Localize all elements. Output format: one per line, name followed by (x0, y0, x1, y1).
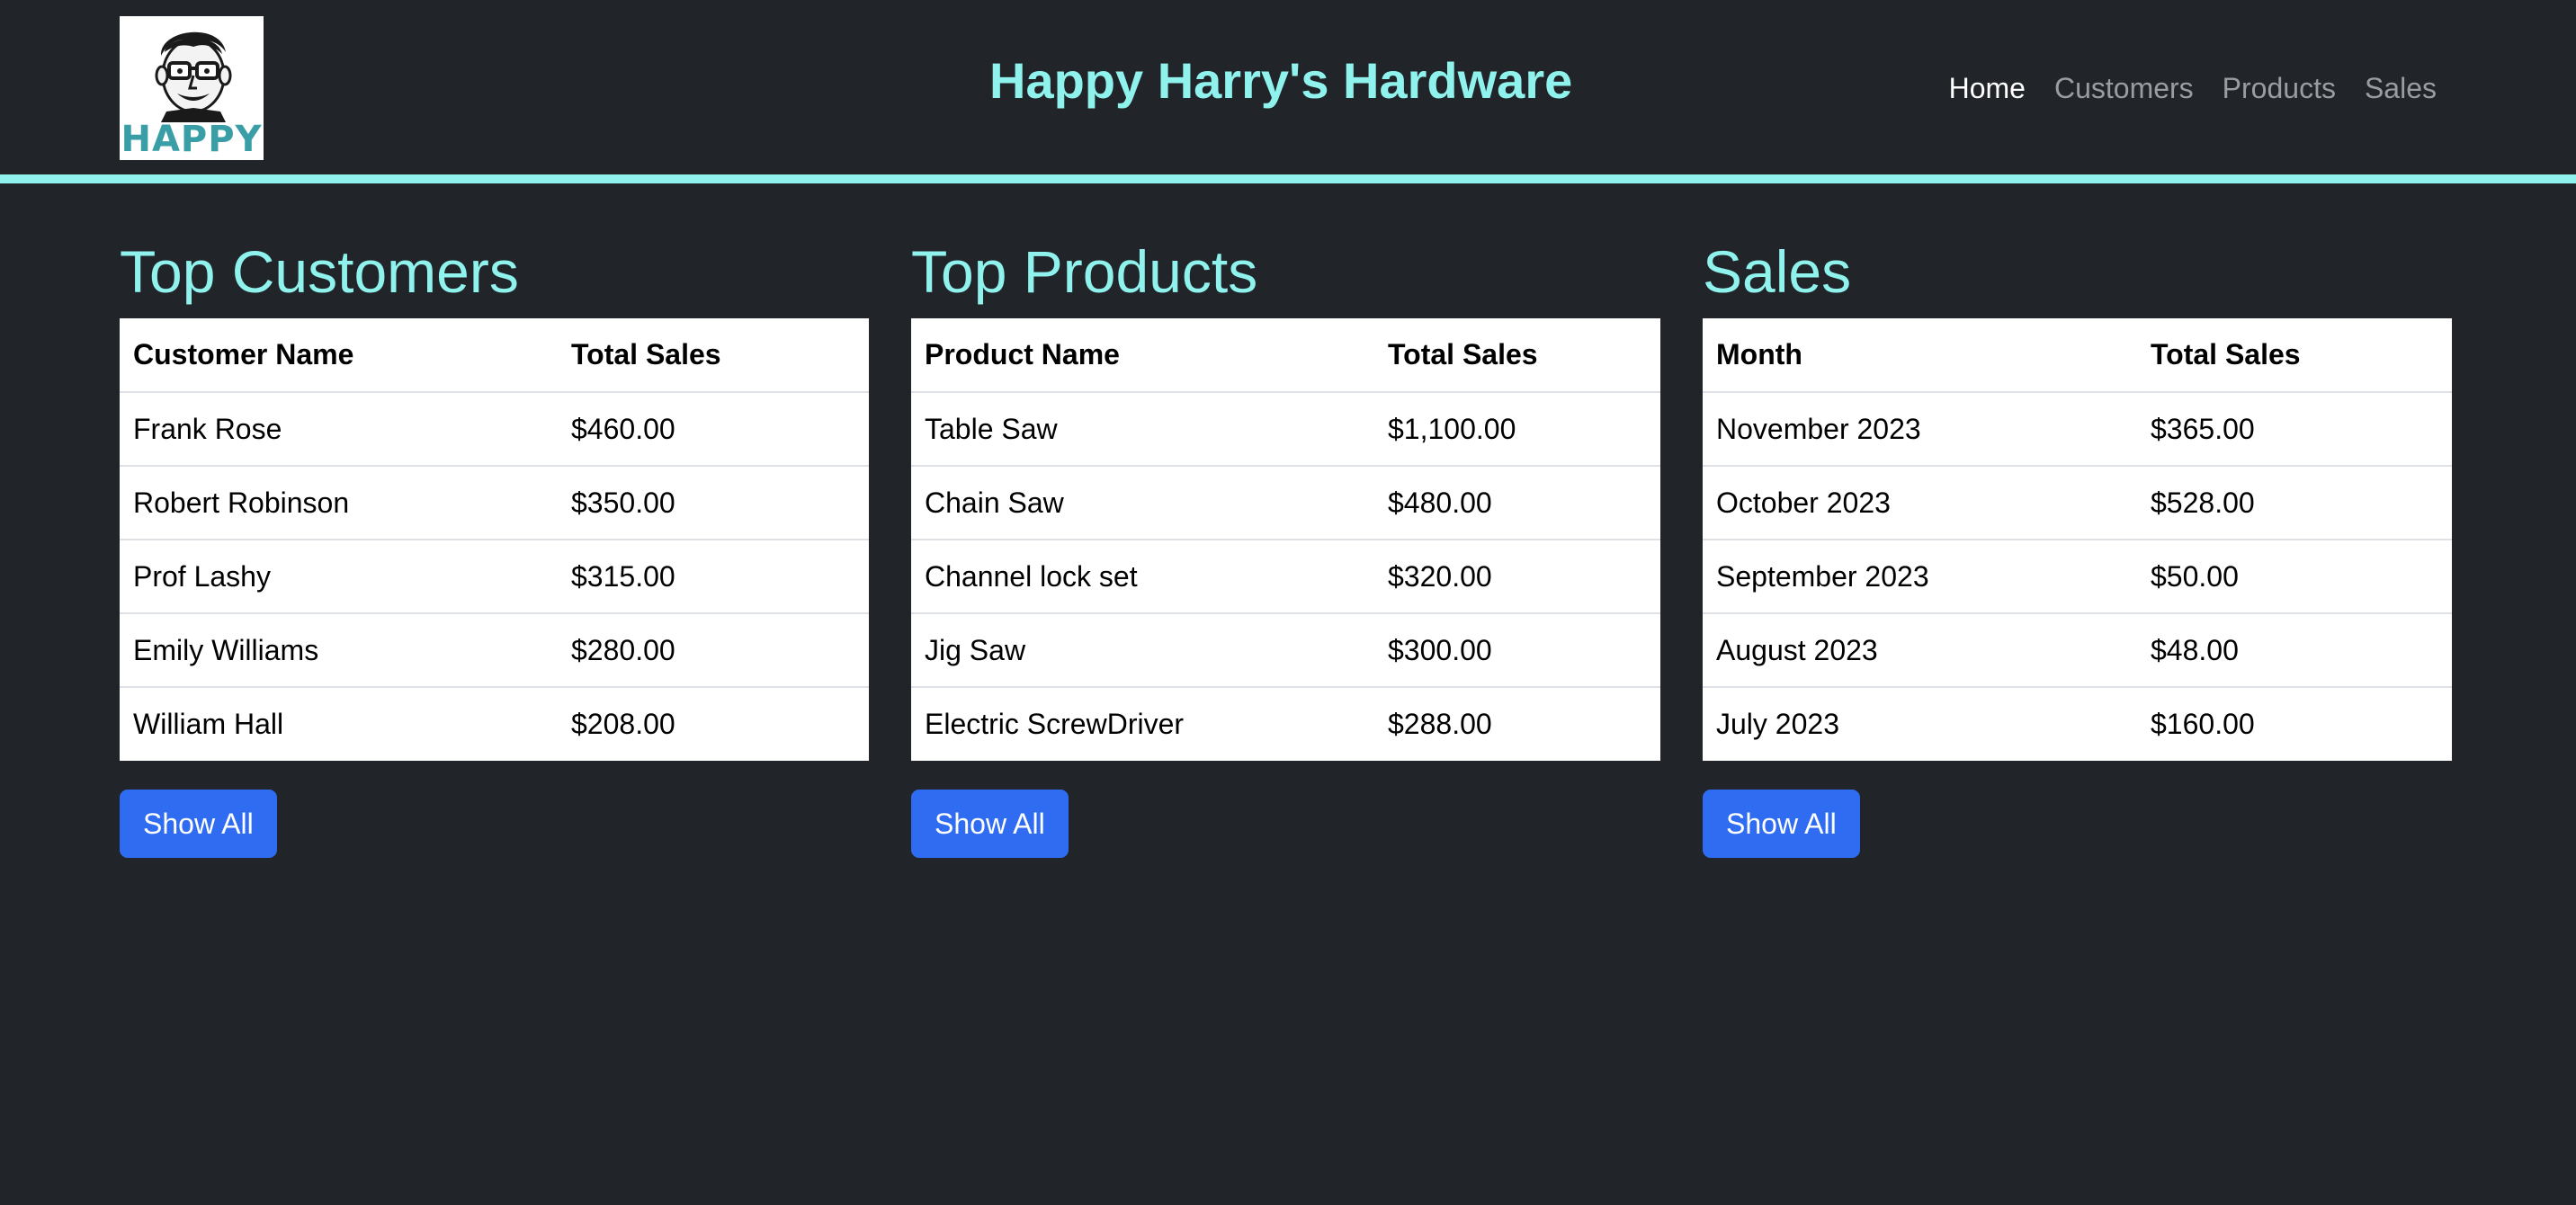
column-header: Month (1703, 318, 2137, 393)
customer-name-cell: William Hall (133, 708, 284, 740)
table-header-row: Customer Name Total Sales (120, 318, 869, 393)
total-sales-cell: $350.00 (558, 466, 869, 540)
total-sales-cell: $315.00 (558, 540, 869, 614)
main-nav: Home Customers Products Sales (1949, 67, 2437, 110)
table-row: October 2023 $528.00 (1703, 466, 2452, 540)
table-row: Robert Robinson $350.00 (120, 466, 869, 540)
total-sales-cell: $528.00 (2137, 466, 2452, 540)
top-customers-table: Customer Name Total Sales Frank Rose $460… (120, 318, 869, 761)
table-row: Prof Lashy $315.00 (120, 540, 869, 614)
table-row: Jig Saw $300.00 (911, 613, 1660, 688)
top-products-panel: Top Products Product Name Total Sales Ta… (911, 236, 1660, 858)
customer-name-cell: Robert Robinson (120, 466, 558, 540)
panel-title: Sales (1703, 238, 1852, 305)
product-name-cell: Chain Saw (911, 466, 1374, 540)
logo-text: HAPPY (121, 119, 263, 160)
column-header: Product Name (911, 318, 1374, 393)
total-sales-cell: $460.00 (558, 392, 869, 467)
table-row: Channel lock set $320.00 (911, 540, 1660, 614)
total-sales-cell: $300.00 (1374, 613, 1660, 688)
total-sales-cell: $480.00 (1374, 466, 1660, 540)
table-row: Table Saw $1,100.00 (911, 392, 1660, 467)
product-name-cell: Table Saw (911, 392, 1374, 467)
column-header: Total Sales (2137, 318, 2452, 393)
total-sales-cell: $50.00 (2137, 540, 2452, 614)
customer-name-cell: Prof Lashy (120, 540, 558, 614)
customer-name-cell: Frank Rose (120, 392, 558, 467)
top-products-table: Product Name Total Sales Table Saw $1,100… (911, 318, 1660, 761)
total-sales-cell: $280.00 (558, 613, 869, 688)
customer-name-cell: Emily Williams (120, 613, 558, 688)
show-all-products-button[interactable]: Show All (911, 790, 1069, 858)
total-sales-cell: $208.00 (571, 708, 675, 740)
table-header-row: Month Total Sales (1703, 318, 2452, 393)
sales-table: Month Total Sales November 2023 $365.00 O… (1703, 318, 2452, 761)
table-row: Chain Saw $480.00 (911, 466, 1660, 540)
table-row: September 2023 $50.00 (1703, 540, 2452, 614)
total-sales-cell: $1,100.00 (1374, 392, 1660, 467)
total-sales-cell: $365.00 (2137, 392, 2452, 467)
column-header: Total Sales (558, 318, 869, 393)
panel-title: Top Customers (120, 238, 519, 305)
show-all-customers-button[interactable]: Show All (120, 790, 277, 858)
logo[interactable]: HAPPY (120, 16, 264, 160)
product-name-cell: Jig Saw (911, 613, 1374, 688)
top-navbar: HAPPY Happy Harry's Hardware Home Custom… (0, 0, 2576, 183)
panel-title: Top Products (911, 238, 1258, 305)
nav-home[interactable]: Home (1949, 67, 2026, 110)
site-title: Happy Harry's Hardware (989, 52, 1573, 109)
product-name-cell: Channel lock set (911, 540, 1374, 614)
nav-products[interactable]: Products (2223, 67, 2336, 110)
total-sales-cell: $288.00 (1388, 708, 1492, 740)
table-row: November 2023 $365.00 (1703, 392, 2452, 467)
total-sales-cell: $320.00 (1374, 540, 1660, 614)
nav-sales[interactable]: Sales (2365, 67, 2437, 110)
column-header: Total Sales (1374, 318, 1660, 393)
table-row: William Hall $208.00 (120, 687, 869, 761)
table-row: August 2023 $48.00 (1703, 613, 2452, 688)
sales-panel: Sales Month Total Sales November 2023 $36… (1703, 236, 2452, 858)
table-row: Emily Williams $280.00 (120, 613, 869, 688)
month-cell: November 2023 (1703, 392, 2137, 467)
table-row: Electric ScrewDriver $288.00 (911, 687, 1660, 761)
nav-customers[interactable]: Customers (2054, 67, 2194, 110)
month-cell: July 2023 (1716, 708, 1839, 740)
column-header: Customer Name (120, 318, 558, 393)
total-sales-cell: $160.00 (2151, 708, 2255, 740)
month-cell: August 2023 (1703, 613, 2137, 688)
table-header-row: Product Name Total Sales (911, 318, 1660, 393)
top-customers-panel: Top Customers Customer Name Total Sales … (120, 236, 869, 858)
month-cell: October 2023 (1703, 466, 2137, 540)
table-row: Frank Rose $460.00 (120, 392, 869, 467)
total-sales-cell: $48.00 (2137, 613, 2452, 688)
month-cell: September 2023 (1703, 540, 2137, 614)
show-all-sales-button[interactable]: Show All (1703, 790, 1860, 858)
table-row: July 2023 $160.00 (1703, 687, 2452, 761)
product-name-cell: Electric ScrewDriver (925, 708, 1185, 740)
